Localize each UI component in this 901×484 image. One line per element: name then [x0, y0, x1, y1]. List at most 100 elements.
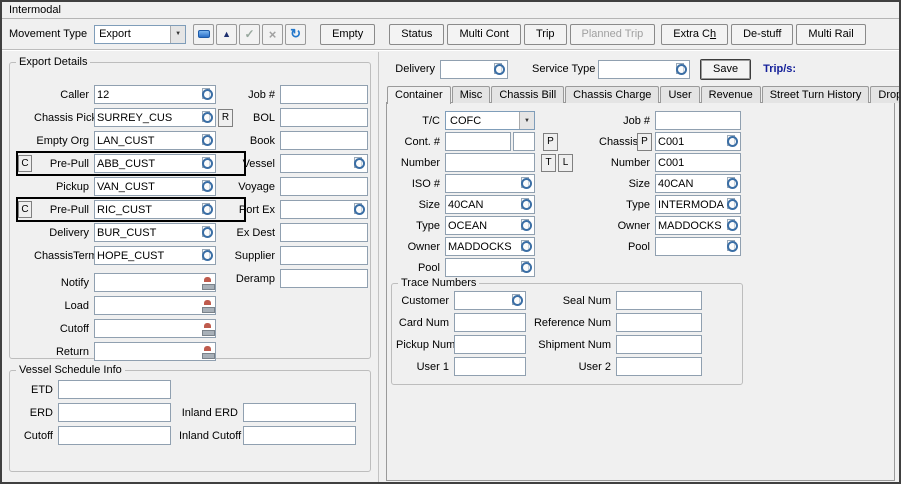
inland-erd-input[interactable] — [244, 405, 354, 420]
lookup-icon[interactable] — [201, 134, 214, 147]
customer-input[interactable] — [455, 293, 511, 308]
status-button[interactable]: Status — [389, 24, 444, 45]
cutoff-input[interactable] — [95, 321, 201, 336]
chassis-owner-input[interactable] — [656, 218, 726, 233]
t-button[interactable]: T — [541, 154, 556, 172]
field-mode-button[interactable] — [193, 24, 214, 45]
lookup-icon[interactable] — [201, 226, 214, 239]
save-button[interactable]: Save — [700, 59, 751, 80]
tab-revenue[interactable]: Revenue — [701, 86, 761, 103]
c-button[interactable]: C — [18, 201, 32, 218]
deramp-input[interactable] — [281, 271, 366, 286]
r-button[interactable]: R — [218, 109, 233, 127]
job-input[interactable] — [281, 87, 366, 102]
load-input[interactable] — [95, 298, 201, 313]
chassis-pool-input[interactable] — [656, 239, 726, 254]
lookup-icon[interactable] — [201, 157, 214, 170]
extra-ch-button[interactable]: Extra Ch — [661, 24, 728, 45]
chassis-size-input[interactable] — [656, 176, 726, 191]
lookup-icon[interactable] — [353, 157, 366, 170]
container-number-input[interactable] — [446, 155, 533, 170]
date-stamp-icon[interactable] — [201, 322, 214, 335]
notify-input[interactable] — [95, 275, 201, 290]
user1-input[interactable] — [455, 359, 524, 374]
lookup-icon[interactable] — [520, 198, 533, 211]
date-stamp-icon[interactable] — [201, 276, 214, 289]
de-stuff-button[interactable]: De-stuff — [731, 24, 793, 45]
date-stamp-icon[interactable] — [201, 345, 214, 358]
empty-button[interactable]: Empty — [320, 24, 375, 45]
lookup-icon[interactable] — [520, 219, 533, 232]
tab-chassis-charge[interactable]: Chassis Charge — [565, 86, 659, 103]
tab-container[interactable]: Container — [387, 86, 451, 104]
multi-cont-button[interactable]: Multi Cont — [447, 24, 521, 45]
container-size-input[interactable] — [446, 197, 520, 212]
supplier-input[interactable] — [281, 248, 366, 263]
vs-cutoff-input[interactable] — [59, 428, 169, 443]
lookup-icon[interactable] — [726, 198, 739, 211]
caller-input[interactable] — [95, 87, 201, 102]
chassis-term-input[interactable] — [95, 248, 201, 263]
return-input[interactable] — [95, 344, 201, 359]
cont-check-digit-input[interactable] — [514, 134, 533, 149]
book-input[interactable] — [281, 133, 366, 148]
lookup-icon[interactable] — [520, 177, 533, 190]
bol-input[interactable] — [281, 110, 366, 125]
tab-drop-grid[interactable]: Drop Grid — [870, 86, 901, 103]
inland-cutoff-input[interactable] — [244, 428, 354, 443]
reference-num-input[interactable] — [617, 315, 700, 330]
planned-trip-button[interactable]: Planned Trip — [570, 24, 656, 45]
seal-num-input[interactable] — [617, 293, 700, 308]
lookup-icon[interactable] — [726, 219, 739, 232]
vessel-input[interactable] — [281, 156, 353, 171]
movement-type-select[interactable]: Export ▼ — [94, 25, 186, 44]
lookup-icon[interactable] — [201, 249, 214, 262]
user2-input[interactable] — [617, 359, 700, 374]
lookup-icon[interactable] — [201, 180, 214, 193]
multi-rail-button[interactable]: Multi Rail — [796, 24, 865, 45]
date-stamp-icon[interactable] — [201, 299, 214, 312]
c-button[interactable]: C — [18, 155, 32, 172]
lookup-icon[interactable] — [726, 177, 739, 190]
chassis-number-input[interactable] — [656, 155, 739, 170]
erd-input[interactable] — [59, 405, 169, 420]
lookup-icon[interactable] — [726, 135, 739, 148]
confirm-button[interactable]: ✓ — [239, 24, 260, 45]
cancel-button[interactable]: × — [262, 24, 283, 45]
lookup-icon[interactable] — [201, 88, 214, 101]
tab-street-turn-history[interactable]: Street Turn History — [762, 86, 870, 103]
chassis-job-input[interactable] — [656, 113, 739, 128]
pre-pull-input[interactable] — [95, 156, 201, 171]
p-button[interactable]: P — [637, 133, 652, 151]
lookup-icon[interactable] — [520, 261, 533, 274]
port-ex-input[interactable] — [281, 202, 353, 217]
etd-input[interactable] — [59, 382, 169, 397]
l-button[interactable]: L — [558, 154, 573, 172]
lookup-icon[interactable] — [675, 63, 688, 76]
voyage-input[interactable] — [281, 179, 366, 194]
cont-num-input[interactable] — [446, 134, 509, 149]
container-owner-input[interactable] — [446, 239, 520, 254]
shipment-num-input[interactable] — [617, 337, 700, 352]
delivery-input[interactable] — [95, 225, 201, 240]
move-up-button[interactable]: ▲ — [216, 24, 237, 45]
lookup-icon[interactable] — [201, 203, 214, 216]
tab-misc[interactable]: Misc — [452, 86, 491, 103]
lookup-icon[interactable] — [511, 294, 524, 307]
lookup-icon[interactable] — [520, 240, 533, 253]
pickup-input[interactable] — [95, 179, 201, 194]
chassis-input[interactable] — [656, 134, 726, 149]
tab-user[interactable]: User — [660, 86, 699, 103]
container-type-input[interactable] — [446, 218, 520, 233]
iso-input[interactable] — [446, 176, 520, 191]
empty-org-input[interactable] — [95, 133, 201, 148]
refresh-button[interactable]: ↻ — [285, 24, 306, 45]
container-pool-input[interactable] — [446, 260, 520, 275]
lookup-icon[interactable] — [353, 203, 366, 216]
lookup-icon[interactable] — [726, 240, 739, 253]
tab-chassis-bill[interactable]: Chassis Bill — [491, 86, 564, 103]
tc-select[interactable]: COFC ▼ — [445, 111, 535, 130]
lookup-icon[interactable] — [201, 111, 214, 124]
card-num-input[interactable] — [455, 315, 524, 330]
lookup-icon[interactable] — [493, 63, 506, 76]
